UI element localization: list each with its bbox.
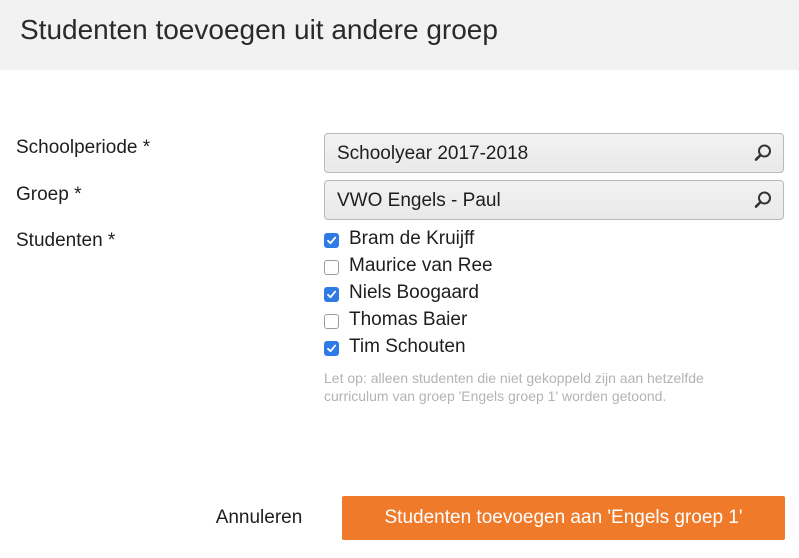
search-icon[interactable] [753, 190, 773, 210]
dialog-header: Studenten toevoegen uit andere groep [0, 0, 799, 70]
groep-value: VWO Engels - Paul [337, 190, 501, 211]
search-icon[interactable] [753, 143, 773, 163]
student-name[interactable]: Bram de Kruijff [349, 228, 474, 250]
studenten-label: Studenten * [16, 230, 116, 251]
student-checkbox[interactable] [324, 287, 339, 302]
student-filter-note: Let op: alleen studenten die niet gekopp… [324, 370, 704, 404]
groep-label: Groep * [16, 184, 82, 205]
cancel-button[interactable]: Annuleren [200, 497, 318, 539]
checkmark-icon [327, 344, 337, 353]
student-name[interactable]: Tim Schouten [349, 336, 466, 358]
student-checkbox[interactable] [324, 260, 339, 275]
student-checkbox[interactable] [324, 233, 339, 248]
schoolperiode-lookup[interactable]: Schoolyear 2017-2018 [324, 133, 784, 173]
checkmark-icon [327, 236, 337, 245]
student-name[interactable]: Maurice van Ree [349, 255, 493, 277]
add-students-button[interactable]: Studenten toevoegen aan 'Engels groep 1' [342, 496, 785, 540]
groep-lookup[interactable]: VWO Engels - Paul [324, 180, 784, 220]
student-name[interactable]: Niels Boogaard [349, 282, 479, 304]
checkmark-icon [327, 290, 337, 299]
schoolperiode-label: Schoolperiode * [16, 137, 151, 158]
student-checkbox[interactable] [324, 341, 339, 356]
dialog-title: Studenten toevoegen uit andere groep [20, 14, 498, 45]
schoolperiode-value: Schoolyear 2017-2018 [337, 143, 529, 164]
student-name[interactable]: Thomas Baier [349, 309, 467, 331]
student-checkbox[interactable] [324, 314, 339, 329]
